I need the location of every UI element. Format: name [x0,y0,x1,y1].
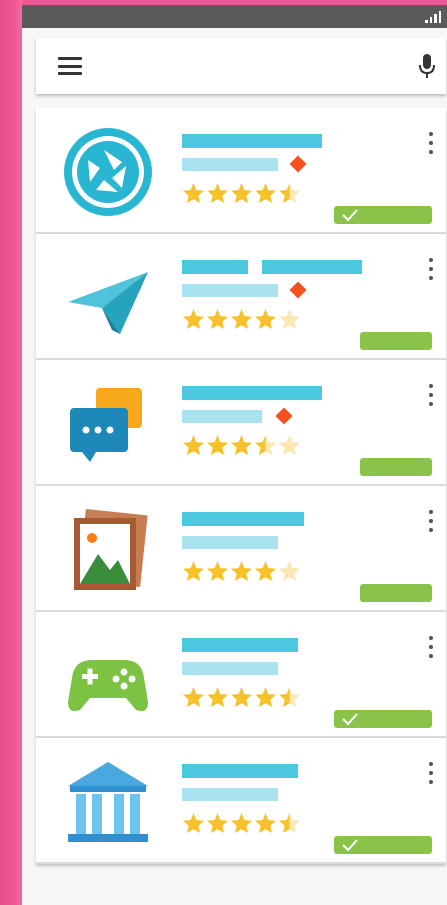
app-title-placeholder [262,260,362,274]
app-card[interactable] [36,486,446,612]
app-subtitle-placeholder [182,284,278,297]
star-icon [206,308,229,330]
star-icon [278,686,301,708]
installed-button[interactable] [334,206,432,224]
star-icon [254,434,277,456]
more-options-icon[interactable] [428,636,434,658]
app-card[interactable] [36,234,446,360]
app-card[interactable] [36,360,446,486]
app-list [36,108,446,864]
star-icon [278,308,301,330]
star-icon [278,182,301,204]
camera-aperture-icon [64,128,152,216]
app-subtitle-placeholder [182,788,278,801]
search-toolbar[interactable] [36,38,446,94]
paper-plane-icon [68,272,148,334]
check-icon [342,839,358,851]
menu-icon[interactable] [58,57,82,75]
rating-stars [182,686,301,708]
badge-diamond-icon [289,155,307,173]
app-subtitle-placeholder [182,158,278,171]
app-card[interactable] [36,738,446,864]
rating-stars [182,434,301,456]
star-icon [230,560,253,582]
star-icon [230,812,253,834]
badge-diamond-icon [289,281,307,299]
star-icon [182,686,205,708]
star-icon [230,182,253,204]
phone-screen [22,0,447,905]
signal-icon [425,11,441,23]
install-button[interactable] [360,458,432,476]
star-icon [278,434,301,456]
star-icon [254,560,277,582]
star-icon [254,308,277,330]
more-options-icon[interactable] [428,762,434,784]
app-title-placeholder [182,764,298,778]
star-icon [206,182,229,204]
star-icon [206,434,229,456]
star-icon [182,560,205,582]
gamepad-icon [68,660,148,711]
star-icon [182,308,205,330]
star-icon [254,182,277,204]
install-button[interactable] [360,584,432,602]
installed-button[interactable] [334,710,432,728]
app-title-placeholder [182,386,322,400]
rating-stars [182,182,301,204]
star-icon [230,308,253,330]
star-icon [254,686,277,708]
more-options-icon[interactable] [428,510,434,532]
star-icon [182,434,205,456]
rating-stars [182,812,301,834]
star-icon [182,182,205,204]
photo-gallery-icon [74,508,148,590]
app-title-placeholder [182,134,322,148]
more-options-icon[interactable] [428,384,434,406]
bank-building-icon [68,762,148,842]
app-card[interactable] [36,108,446,234]
installed-button[interactable] [334,836,432,854]
star-icon [254,812,277,834]
app-title-placeholder [182,260,248,274]
app-subtitle-placeholder [182,410,262,423]
more-options-icon[interactable] [428,258,434,280]
rating-stars [182,560,301,582]
rating-stars [182,308,301,330]
app-subtitle-placeholder [182,536,278,549]
star-icon [230,686,253,708]
star-icon [230,434,253,456]
star-icon [182,812,205,834]
app-subtitle-placeholder [182,662,278,675]
install-button[interactable] [360,332,432,350]
app-card[interactable] [36,612,446,738]
star-icon [206,812,229,834]
check-icon [342,713,358,725]
status-bar [22,0,447,28]
chat-bubbles-icon [70,388,142,462]
star-icon [278,560,301,582]
star-icon [206,686,229,708]
star-icon [206,560,229,582]
star-icon [278,812,301,834]
check-icon [342,209,358,221]
mic-icon[interactable] [418,52,436,80]
app-title-placeholder [182,638,298,652]
more-options-icon[interactable] [428,132,434,154]
badge-diamond-icon [275,407,293,425]
app-title-placeholder [182,512,304,526]
